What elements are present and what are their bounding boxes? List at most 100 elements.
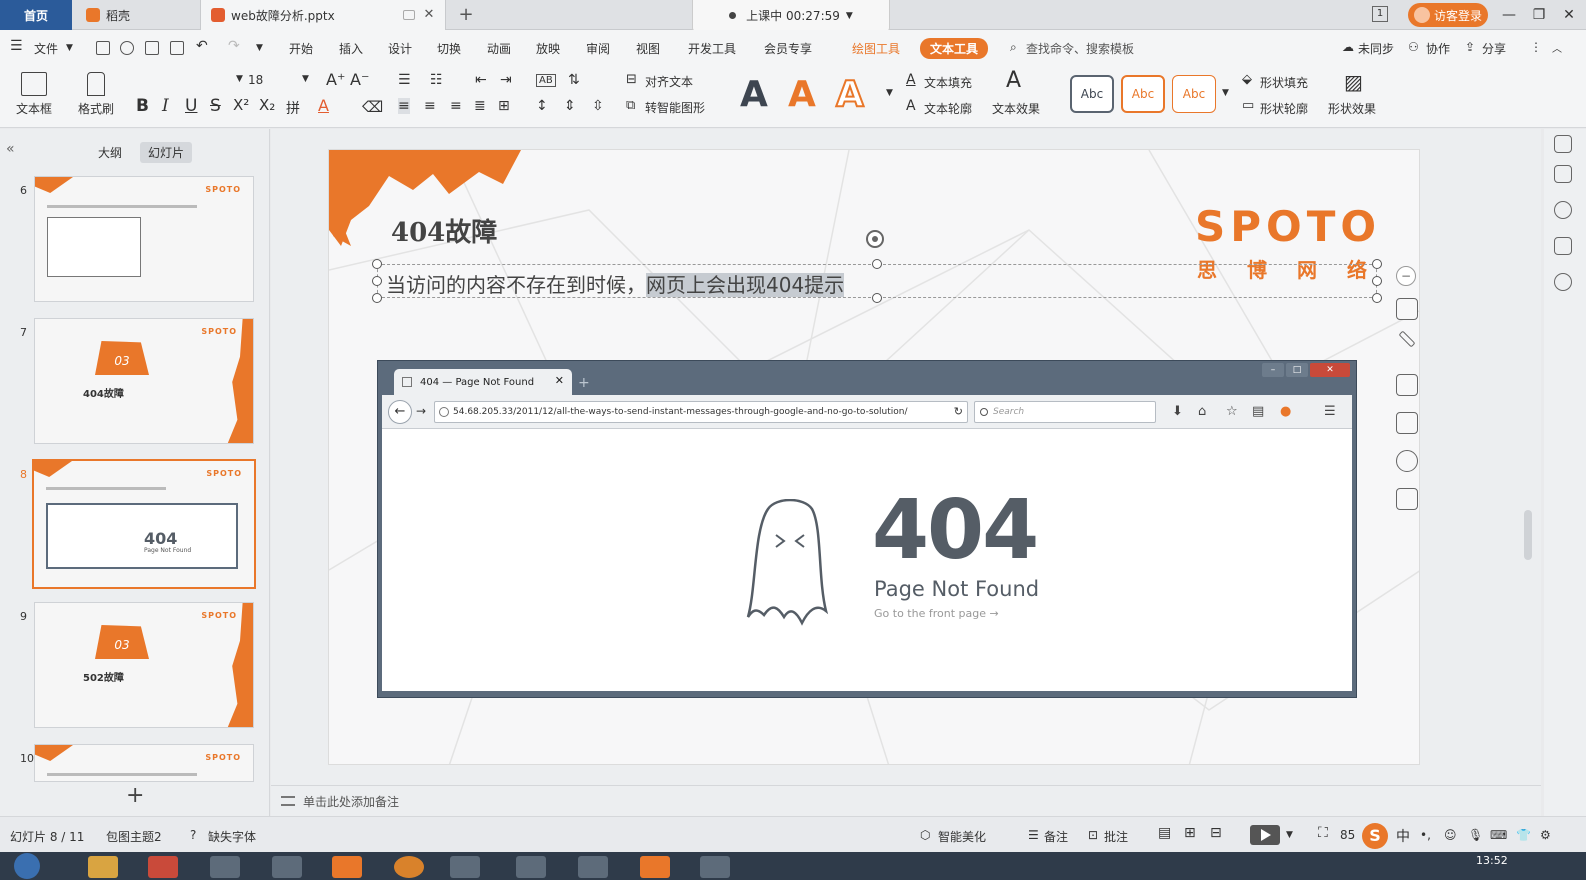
print-icon[interactable] [145,41,159,55]
layers-icon[interactable] [1396,298,1418,320]
decrease-indent-icon[interactable]: ⇤ [475,72,487,88]
save-icon[interactable] [96,41,110,55]
font-size-chevron-icon[interactable]: ▼ [302,74,309,84]
play-slideshow-icon[interactable] [1250,825,1280,845]
more-icon[interactable]: ⋮ [1530,40,1542,54]
favorite-star-icon[interactable] [1554,201,1572,219]
menu-file[interactable]: 文件 [34,40,58,57]
browser-screenshot-image[interactable]: 404 — Page Not Found ✕ + – □ ✕ ← → 54.68… [377,360,1357,698]
notes-pane[interactable]: 单击此处添加备注 [271,785,1541,816]
quick-access-chevron-icon[interactable]: ▼ [256,43,263,53]
app-icon[interactable] [148,856,178,878]
app-icon[interactable] [210,856,240,878]
sogou-ime-icon[interactable]: S [1362,823,1388,849]
align-left-icon[interactable]: ≡ [398,98,410,114]
tab-outline[interactable]: 大纲 [90,142,130,163]
add-slide-icon[interactable]: + [126,783,144,808]
indent-spacing-icon[interactable]: ⇳ [592,98,604,114]
shape-fill-button[interactable]: 形状填充 [1260,74,1308,91]
subscript-button[interactable]: X₂ [259,96,275,114]
redo-icon[interactable]: ↷ [228,38,240,54]
resize-handle[interactable] [872,293,882,303]
textbox-content[interactable]: 当访问的内容不存在到时候，网页上会出现404提示 [386,269,845,298]
window-count-badge[interactable]: 1 [1372,6,1388,22]
line-spacing-icon[interactable]: ↕ [536,98,548,114]
resize-handle[interactable] [1372,259,1382,269]
play-options-chevron-icon[interactable]: ▼ [1286,830,1293,840]
shrink-font-icon[interactable]: A⁻ [350,70,369,89]
justify-icon[interactable]: ≣ [474,98,486,114]
bullet-list-icon[interactable]: ☰ [398,72,411,88]
tab-document[interactable]: web故障分析.pptx ✕ [200,0,446,30]
underline-button[interactable]: U [185,96,197,116]
punctuation-icon[interactable]: •, [1420,828,1431,842]
text-style-dark[interactable]: A [740,74,768,115]
collab-button[interactable]: 协作 [1426,40,1450,57]
grow-font-icon[interactable]: A⁺ [326,70,345,89]
italic-button[interactable]: I [162,96,169,116]
help-icon[interactable] [1554,273,1572,291]
backup-icon[interactable] [1554,237,1572,255]
app-icon[interactable] [450,856,480,878]
export-pdf-icon[interactable] [120,41,134,55]
search-icon[interactable]: ⌕ [1010,40,1017,55]
sorter-view-icon[interactable]: ⊞ [1184,825,1196,841]
reading-view-icon[interactable]: ⊟ [1210,825,1222,841]
sort-icon[interactable]: ⇅ [568,72,580,88]
slide-thumbnail-9[interactable]: SPOTO 03 502故障 [34,602,254,728]
text-layout-icon[interactable] [1396,488,1418,510]
unsynced-status[interactable]: 未同步 [1358,40,1394,57]
align-center-icon[interactable]: ≡ [424,98,436,114]
menu-animation[interactable]: 动画 [487,40,511,57]
menu-text-tools[interactable]: 文本工具 [920,38,989,59]
tab-home[interactable]: 首页 [0,0,72,30]
text-style-more-icon[interactable]: ▼ [886,88,893,98]
hamburger-icon[interactable]: ☰ [10,38,23,54]
align-right-icon[interactable]: ≡ [450,98,462,114]
file-chevron-icon[interactable]: ▼ [66,43,73,53]
shape-style-3[interactable]: Abc [1172,75,1216,113]
shape-effect-button[interactable]: 形状效果 [1328,100,1376,117]
increase-indent-icon[interactable]: ⇥ [500,72,512,88]
shape-style-2[interactable]: Abc [1121,75,1165,113]
fill-icon[interactable] [1396,374,1418,396]
slide-thumbnail-7[interactable]: SPOTO 03 404故障 [34,318,254,444]
minimize-window-icon[interactable]: — [1498,4,1520,26]
align-text-button[interactable]: 对齐文本 [645,73,693,90]
font-size-select[interactable]: 18 [248,73,263,87]
select-icon[interactable] [1554,165,1572,183]
shape-style-more-icon[interactable]: ▼ [1222,88,1229,98]
ime-settings-icon[interactable]: ⚙ [1540,828,1551,842]
menu-draw-tools[interactable]: 绘图工具 [852,40,900,57]
numbered-list-icon[interactable]: ☷ [430,72,443,88]
tab-minimize-icon[interactable] [403,10,415,20]
start-icon[interactable] [14,853,40,879]
emoji-icon[interactable]: ☺ [1444,828,1457,842]
rotate-handle-icon[interactable] [866,230,884,248]
theme-name[interactable]: 包图主题2 [106,828,162,845]
resize-handle[interactable] [1372,293,1382,303]
menu-start[interactable]: 开始 [289,40,313,57]
distribute-icon[interactable]: ⊞ [498,98,510,114]
app-icon[interactable] [272,856,302,878]
normal-view-icon[interactable]: ▤ [1158,825,1171,841]
menu-transition[interactable]: 切换 [437,40,461,57]
share-button[interactable]: 分享 [1482,40,1506,57]
comments-button[interactable]: 批注 [1104,828,1128,845]
menu-review[interactable]: 审阅 [586,40,610,57]
text-fill-button[interactable]: 文本填充 [924,74,972,91]
guest-login-button[interactable]: 访客登录 [1408,3,1488,27]
wps-icon[interactable] [640,856,670,878]
zoom-level[interactable]: 85 [1340,828,1355,842]
slide-thumbnail-10[interactable]: SPOTO [34,744,254,782]
app-icon[interactable] [700,856,730,878]
menu-slideshow[interactable]: 放映 [536,40,560,57]
border-icon[interactable] [1396,412,1418,434]
text-direction-icon[interactable]: AB [536,74,556,87]
resize-handle[interactable] [1372,276,1382,286]
skin-icon[interactable]: 👕 [1516,828,1531,842]
shape-style-1[interactable]: Abc [1070,75,1114,113]
app-icon[interactable] [578,856,608,878]
clear-format-icon[interactable]: ⌫ [362,98,383,116]
close-icon[interactable]: ✕ [421,7,437,23]
